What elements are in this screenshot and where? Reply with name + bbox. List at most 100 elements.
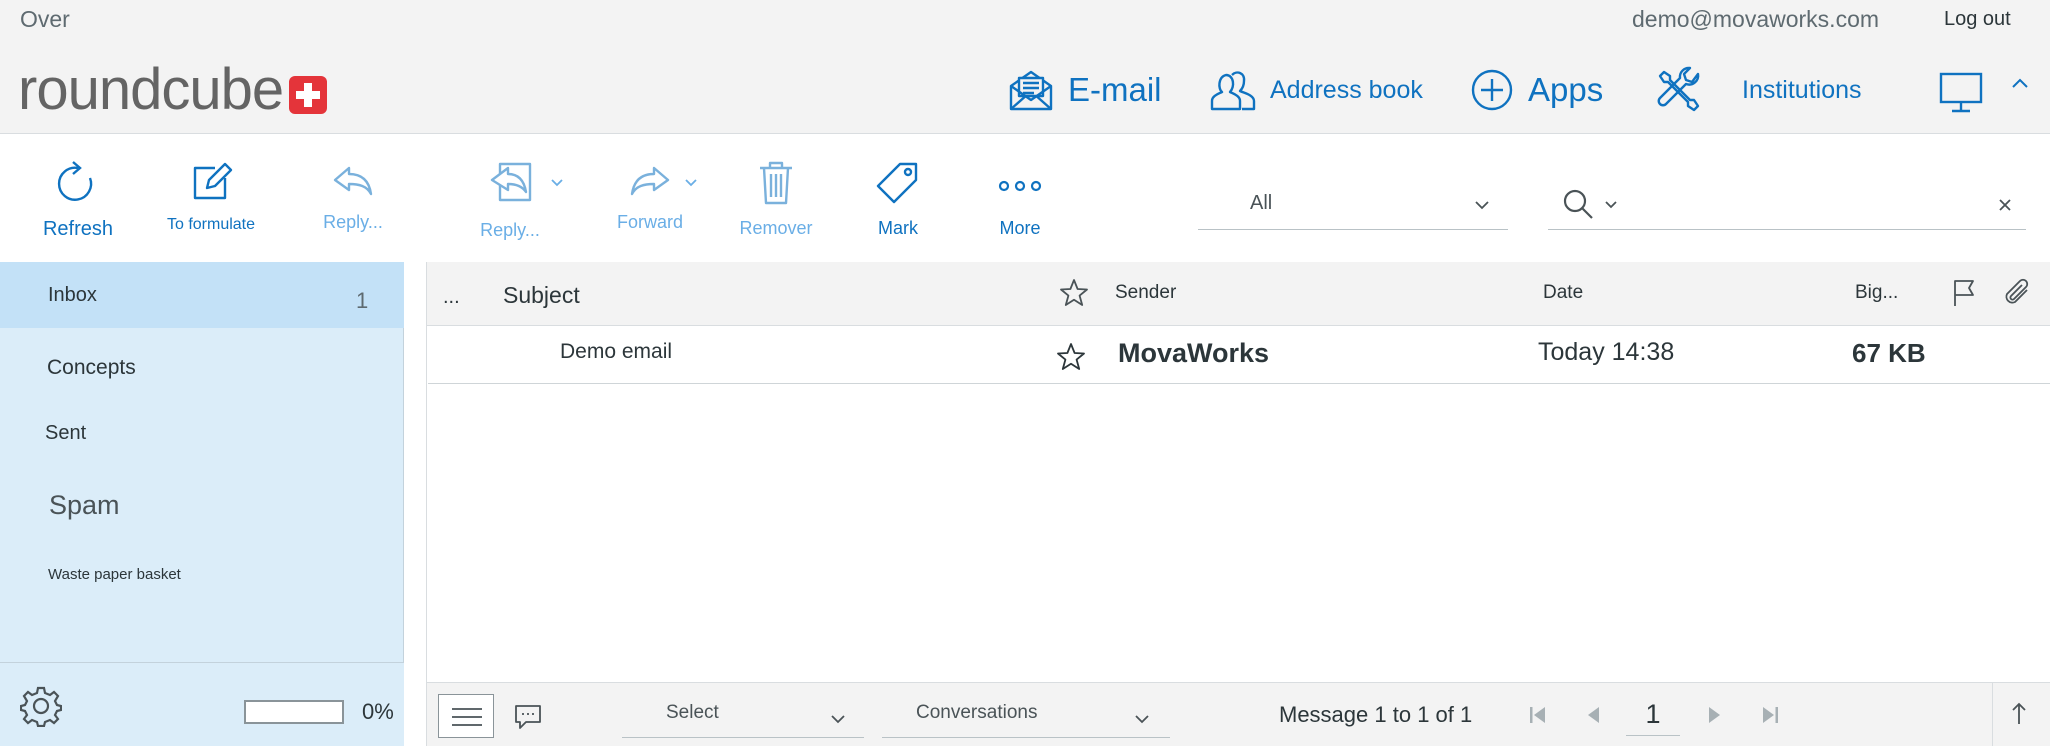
folder-spam[interactable]: Spam: [0, 480, 404, 546]
last-page-icon[interactable]: [1758, 703, 1782, 727]
search-icon[interactable]: [1562, 188, 1594, 220]
forward-dropdown-icon[interactable]: [684, 178, 698, 188]
collapse-header-button[interactable]: [2010, 76, 2030, 95]
message-list-header: ... Subject Sender Date Big...: [426, 262, 2050, 326]
message-row[interactable]: Demo email MovaWorks Today 14:38 67 KB: [428, 328, 2050, 384]
star-icon[interactable]: [1056, 342, 1086, 372]
about-link[interactable]: Over: [20, 6, 70, 33]
mark-button[interactable]: Mark: [850, 160, 946, 250]
reply-all-label: Reply...: [480, 220, 540, 240]
flag-column-icon[interactable]: [1951, 278, 1977, 308]
message-subject[interactable]: Demo email: [560, 340, 672, 364]
message-date: Today 14:38: [1538, 338, 1675, 366]
nav-institutions[interactable]: Institutions: [1654, 62, 1862, 118]
nav-address-book-label: Address book: [1270, 75, 1423, 104]
reply-all-dropdown-icon[interactable]: [550, 178, 564, 188]
folder-concepts-label: Concepts: [47, 356, 136, 379]
column-size[interactable]: Big...: [1855, 282, 1898, 304]
chevron-down-icon: [1135, 715, 1149, 724]
logo-wordmark: roundcube: [18, 57, 284, 122]
scroll-to-top-icon[interactable]: [2010, 700, 2028, 726]
gear-icon[interactable]: [20, 685, 62, 727]
delete-label: Remover: [739, 218, 813, 238]
chevron-down-icon: [1475, 201, 1489, 210]
nav-institutions-label: Institutions: [1742, 75, 1862, 104]
contacts-icon: [1210, 71, 1256, 111]
quota-percent: 0%: [362, 699, 394, 724]
mark-label: Mark: [878, 218, 918, 238]
next-page-icon[interactable]: [1702, 703, 1726, 727]
folder-concepts[interactable]: Concepts: [0, 346, 404, 402]
monitor-icon: [1939, 72, 1983, 113]
forward-button[interactable]: Forward: [600, 160, 700, 250]
folder-inbox-label: Inbox: [48, 284, 97, 306]
page-number: 1: [1645, 699, 1661, 729]
message-count: Message 1 to 1 of 1: [1279, 702, 1473, 727]
tag-icon: [876, 162, 918, 204]
column-sender[interactable]: Sender: [1115, 282, 1176, 304]
wrench-screwdriver-icon: [1657, 66, 1700, 112]
column-subject[interactable]: Subject: [503, 282, 580, 309]
folder-trash[interactable]: Waste paper basket: [0, 562, 404, 610]
chevron-up-icon: [2012, 78, 2028, 88]
search-input[interactable]: [1632, 186, 1972, 222]
forward-label: Forward: [616, 212, 683, 232]
nav-apps-label: Apps: [1528, 71, 1604, 108]
search-options-chevron-icon[interactable]: [1604, 200, 1618, 210]
reply-button[interactable]: Reply...: [300, 160, 406, 250]
reply-all-button[interactable]: Reply...: [460, 160, 560, 250]
unread-count: 1: [356, 288, 369, 313]
logout-link[interactable]: Log out: [1944, 8, 2011, 31]
envelope-icon: [1009, 70, 1053, 111]
search-box[interactable]: [1548, 178, 2026, 230]
message-sender: MovaWorks: [1118, 338, 1270, 368]
delete-button[interactable]: Remover: [726, 160, 826, 250]
attachment-column-icon[interactable]: [2001, 276, 2033, 308]
filter-select[interactable]: All: [1198, 182, 1508, 230]
folder-sent-label: Sent: [45, 422, 87, 444]
forward-arrow-icon: [630, 166, 670, 196]
threads-dropdown[interactable]: Conversations: [882, 700, 1170, 738]
clear-search-icon[interactable]: [1998, 198, 2012, 212]
select-label: Select: [666, 702, 719, 723]
list-lines-icon: [452, 708, 482, 726]
select-dropdown[interactable]: Select: [622, 700, 864, 738]
logo-plus-icon: [289, 76, 328, 114]
compose-label: To formulate: [166, 216, 256, 233]
nav-apps[interactable]: Apps: [1470, 62, 1603, 118]
more-button[interactable]: More: [972, 160, 1068, 250]
first-page-icon[interactable]: [1526, 703, 1550, 727]
threads-column-toggle[interactable]: ...: [443, 286, 460, 309]
roundcube-logo[interactable]: roundcube: [18, 57, 328, 122]
list-view-button[interactable]: [438, 694, 494, 738]
nav-address-book[interactable]: Address book: [1210, 62, 1423, 118]
folder-trash-label: Waste paper basket: [48, 566, 181, 583]
folder-inbox[interactable]: Inbox 1: [0, 262, 404, 328]
chevron-down-icon: [831, 715, 845, 724]
page-number-input[interactable]: 1: [1626, 692, 1680, 736]
threads-view-icon[interactable]: [514, 704, 542, 730]
message-size: 67 KB: [1852, 338, 1926, 368]
refresh-button[interactable]: Refresh: [20, 160, 136, 250]
more-dots-icon: [998, 180, 1042, 192]
refresh-icon: [57, 161, 93, 201]
column-date[interactable]: Date: [1543, 282, 1583, 304]
reply-label: Reply...: [323, 212, 383, 232]
layout-toggle-button[interactable]: [1938, 70, 1984, 119]
footer-divider: [1992, 682, 1993, 746]
compose-button[interactable]: To formulate: [150, 160, 272, 250]
nav-email-label: E-mail: [1068, 71, 1162, 108]
user-email: demo@movaworks.com: [1632, 6, 1880, 32]
folder-spam-label: Spam: [49, 490, 120, 520]
quota-bar: [244, 700, 344, 724]
filter-value: All: [1250, 192, 1273, 214]
previous-page-icon[interactable]: [1582, 703, 1606, 727]
reply-all-icon: [490, 162, 532, 202]
trash-icon: [760, 161, 792, 205]
more-label: More: [999, 218, 1041, 238]
compose-icon: [193, 162, 233, 200]
threads-label: Conversations: [916, 702, 1038, 723]
nav-email[interactable]: E-mail: [1008, 62, 1162, 118]
folder-sent[interactable]: Sent: [0, 414, 404, 466]
flagged-column-star-icon[interactable]: [1059, 278, 1089, 308]
